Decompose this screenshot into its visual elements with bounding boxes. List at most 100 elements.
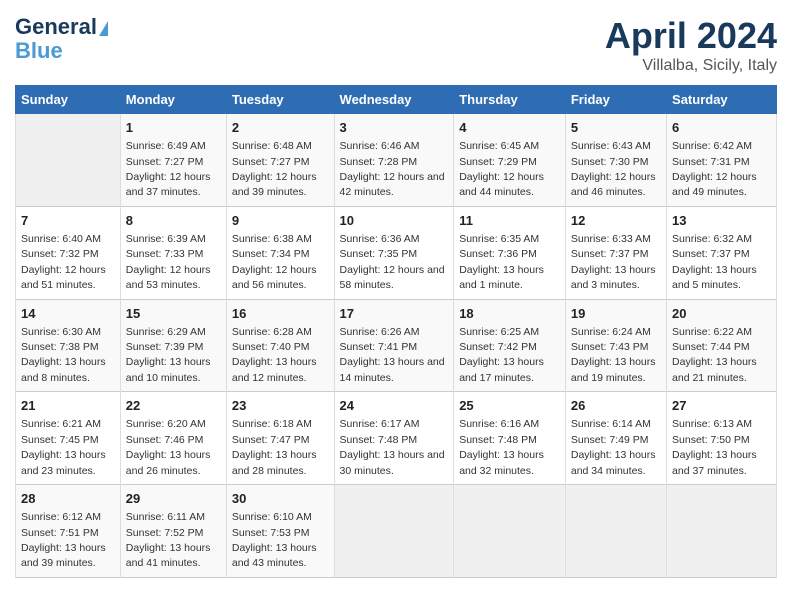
daylight-text: Daylight: 13 hours and 39 minutes. <box>21 542 106 569</box>
sunrise-text: Sunrise: 6:13 AM <box>672 418 752 430</box>
sunset-text: Sunset: 7:34 PM <box>232 248 310 260</box>
day-number: 19 <box>571 305 661 323</box>
day-number: 2 <box>232 119 329 137</box>
calendar-cell: 19Sunrise: 6:24 AMSunset: 7:43 PMDayligh… <box>565 299 666 392</box>
sunrise-text: Sunrise: 6:35 AM <box>459 233 539 245</box>
day-number: 17 <box>340 305 449 323</box>
sunrise-text: Sunrise: 6:33 AM <box>571 233 651 245</box>
sunset-text: Sunset: 7:33 PM <box>126 248 204 260</box>
week-row-5: 28 Sunrise: 6:12 AM Sunset: 7:51 PM Dayligh… <box>16 485 777 578</box>
sunset-text: Sunset: 7:51 PM <box>21 527 99 539</box>
sunset-text: Sunset: 7:31 PM <box>672 156 750 168</box>
day-number: 14 <box>21 305 115 323</box>
daylight-text: Daylight: 13 hours and 8 minutes. <box>21 356 106 383</box>
calendar-cell: 20Sunrise: 6:22 AMSunset: 7:44 PMDayligh… <box>667 299 777 392</box>
daylight-text: Daylight: 13 hours and 14 minutes. <box>340 356 445 383</box>
sunset-text: Sunset: 7:43 PM <box>571 341 649 353</box>
week-row-3: 14Sunrise: 6:30 AMSunset: 7:38 PMDayligh… <box>16 299 777 392</box>
calendar-cell: 30Sunrise: 6:10 AMSunset: 7:53 PMDayligh… <box>226 485 334 578</box>
calendar-subtitle: Villalba, Sicily, Italy <box>605 57 777 75</box>
daylight-text: Daylight: 13 hours and 23 minutes. <box>21 449 106 476</box>
daylight-text: Daylight: 12 hours and 46 minutes. <box>571 171 656 198</box>
daylight-text: Daylight: 13 hours and 1 minute. <box>459 264 544 291</box>
day-number: 10 <box>340 212 449 230</box>
daylight-text: Daylight: 12 hours and 37 minutes. <box>126 171 211 198</box>
title-area: April 2024 Villalba, Sicily, Italy <box>605 15 777 75</box>
logo-line2: Blue <box>15 39 63 63</box>
week-row-2: 7Sunrise: 6:40 AMSunset: 7:32 PMDaylight… <box>16 206 777 299</box>
sunrise-text: Sunrise: 6:26 AM <box>340 326 420 338</box>
calendar-cell <box>565 485 666 578</box>
calendar-cell: 4Sunrise: 6:45 AMSunset: 7:29 PMDaylight… <box>454 114 566 207</box>
day-number: 22 <box>126 397 221 415</box>
page-header: General Blue April 2024 Villalba, Sicily… <box>15 15 777 75</box>
daylight-text: Daylight: 13 hours and 41 minutes. <box>126 542 211 569</box>
sunrise-text: Sunrise: 6:43 AM <box>571 140 651 152</box>
calendar-cell: 12Sunrise: 6:33 AMSunset: 7:37 PMDayligh… <box>565 206 666 299</box>
day-number: 16 <box>232 305 329 323</box>
daylight-text: Daylight: 13 hours and 43 minutes. <box>232 542 317 569</box>
calendar-cell: 17Sunrise: 6:26 AMSunset: 7:41 PMDayligh… <box>334 299 454 392</box>
sunset-text: Sunset: 7:44 PM <box>672 341 750 353</box>
calendar-cell: 16 Sunrise: 6:28 AM Sunset: 7:40 PM Dayligh… <box>226 299 334 392</box>
daylight-text: Daylight: 13 hours and 28 minutes. <box>232 449 317 476</box>
sunset-text: Sunset: 7:37 PM <box>571 248 649 260</box>
day-number: 6 <box>672 119 771 137</box>
calendar-title: April 2024 <box>605 15 777 57</box>
sunset-text: Sunset: 7:48 PM <box>340 434 418 446</box>
calendar-cell: 5Sunrise: 6:43 AMSunset: 7:30 PMDaylight… <box>565 114 666 207</box>
daylight-text: Daylight: 13 hours and 12 minutes. <box>232 356 317 383</box>
sunset-text: Sunset: 7:27 PM <box>126 156 204 168</box>
sunset-text: Sunset: 7:45 PM <box>21 434 99 446</box>
calendar-cell: 25Sunrise: 6:16 AMSunset: 7:48 PMDayligh… <box>454 392 566 485</box>
sunset-text: Sunset: 7:48 PM <box>459 434 537 446</box>
logo-line1: General <box>15 14 97 39</box>
sunrise-text: Sunrise: 6:12 AM <box>21 511 101 523</box>
sunrise-text: Sunrise: 6:46 AM <box>340 140 420 152</box>
sunrise-text: Sunrise: 6:38 AM <box>232 233 312 245</box>
sunset-text: Sunset: 7:50 PM <box>672 434 750 446</box>
sunrise-text: Sunrise: 6:48 AM <box>232 140 312 152</box>
daylight-text: Daylight: 12 hours and 56 minutes. <box>232 264 317 291</box>
sunset-text: Sunset: 7:35 PM <box>340 248 418 260</box>
sunset-text: Sunset: 7:53 PM <box>232 527 310 539</box>
calendar-cell: 22Sunrise: 6:20 AMSunset: 7:46 PMDayligh… <box>120 392 226 485</box>
sunrise-text: Sunrise: 6:28 AM <box>232 326 312 338</box>
sunrise-text: Sunrise: 6:32 AM <box>672 233 752 245</box>
day-number: 7 <box>21 212 115 230</box>
day-number: 13 <box>672 212 771 230</box>
sunset-text: Sunset: 7:52 PM <box>126 527 204 539</box>
calendar-cell <box>667 485 777 578</box>
calendar-cell: 10Sunrise: 6:36 AMSunset: 7:35 PMDayligh… <box>334 206 454 299</box>
sunrise-text: Sunrise: 6:42 AM <box>672 140 752 152</box>
sunrise-text: Sunrise: 6:49 AM <box>126 140 206 152</box>
sunrise-text: Sunrise: 6:29 AM <box>126 326 206 338</box>
daylight-text: Daylight: 12 hours and 53 minutes. <box>126 264 211 291</box>
day-number: 29 <box>126 490 221 508</box>
header-wednesday: Wednesday <box>334 86 454 114</box>
sunrise-text: Sunrise: 6:39 AM <box>126 233 206 245</box>
calendar-cell: 11Sunrise: 6:35 AMSunset: 7:36 PMDayligh… <box>454 206 566 299</box>
sunset-text: Sunset: 7:47 PM <box>232 434 310 446</box>
day-number: 24 <box>340 397 449 415</box>
daylight-text: Daylight: 12 hours and 58 minutes. <box>340 264 445 291</box>
calendar-cell: 1 Sunrise: 6:49 AM Sunset: 7:27 PM Daylight… <box>120 114 226 207</box>
day-number: 18 <box>459 305 560 323</box>
calendar-cell: 26Sunrise: 6:14 AMSunset: 7:49 PMDayligh… <box>565 392 666 485</box>
day-number: 30 <box>232 490 329 508</box>
day-number: 1 <box>126 119 221 137</box>
header-tuesday: Tuesday <box>226 86 334 114</box>
daylight-text: Daylight: 13 hours and 5 minutes. <box>672 264 757 291</box>
day-number: 28 <box>21 490 115 508</box>
week-row-4: 21Sunrise: 6:21 AMSunset: 7:45 PMDayligh… <box>16 392 777 485</box>
sunset-text: Sunset: 7:32 PM <box>21 248 99 260</box>
day-number: 21 <box>21 397 115 415</box>
sunset-text: Sunset: 7:40 PM <box>232 341 310 353</box>
daylight-text: Daylight: 13 hours and 19 minutes. <box>571 356 656 383</box>
day-number: 25 <box>459 397 560 415</box>
week-row-1: 1 Sunrise: 6:49 AM Sunset: 7:27 PM Daylight… <box>16 114 777 207</box>
header-sunday: Sunday <box>16 86 121 114</box>
sunrise-text: Sunrise: 6:14 AM <box>571 418 651 430</box>
sunrise-text: Sunrise: 6:17 AM <box>340 418 420 430</box>
header-friday: Friday <box>565 86 666 114</box>
